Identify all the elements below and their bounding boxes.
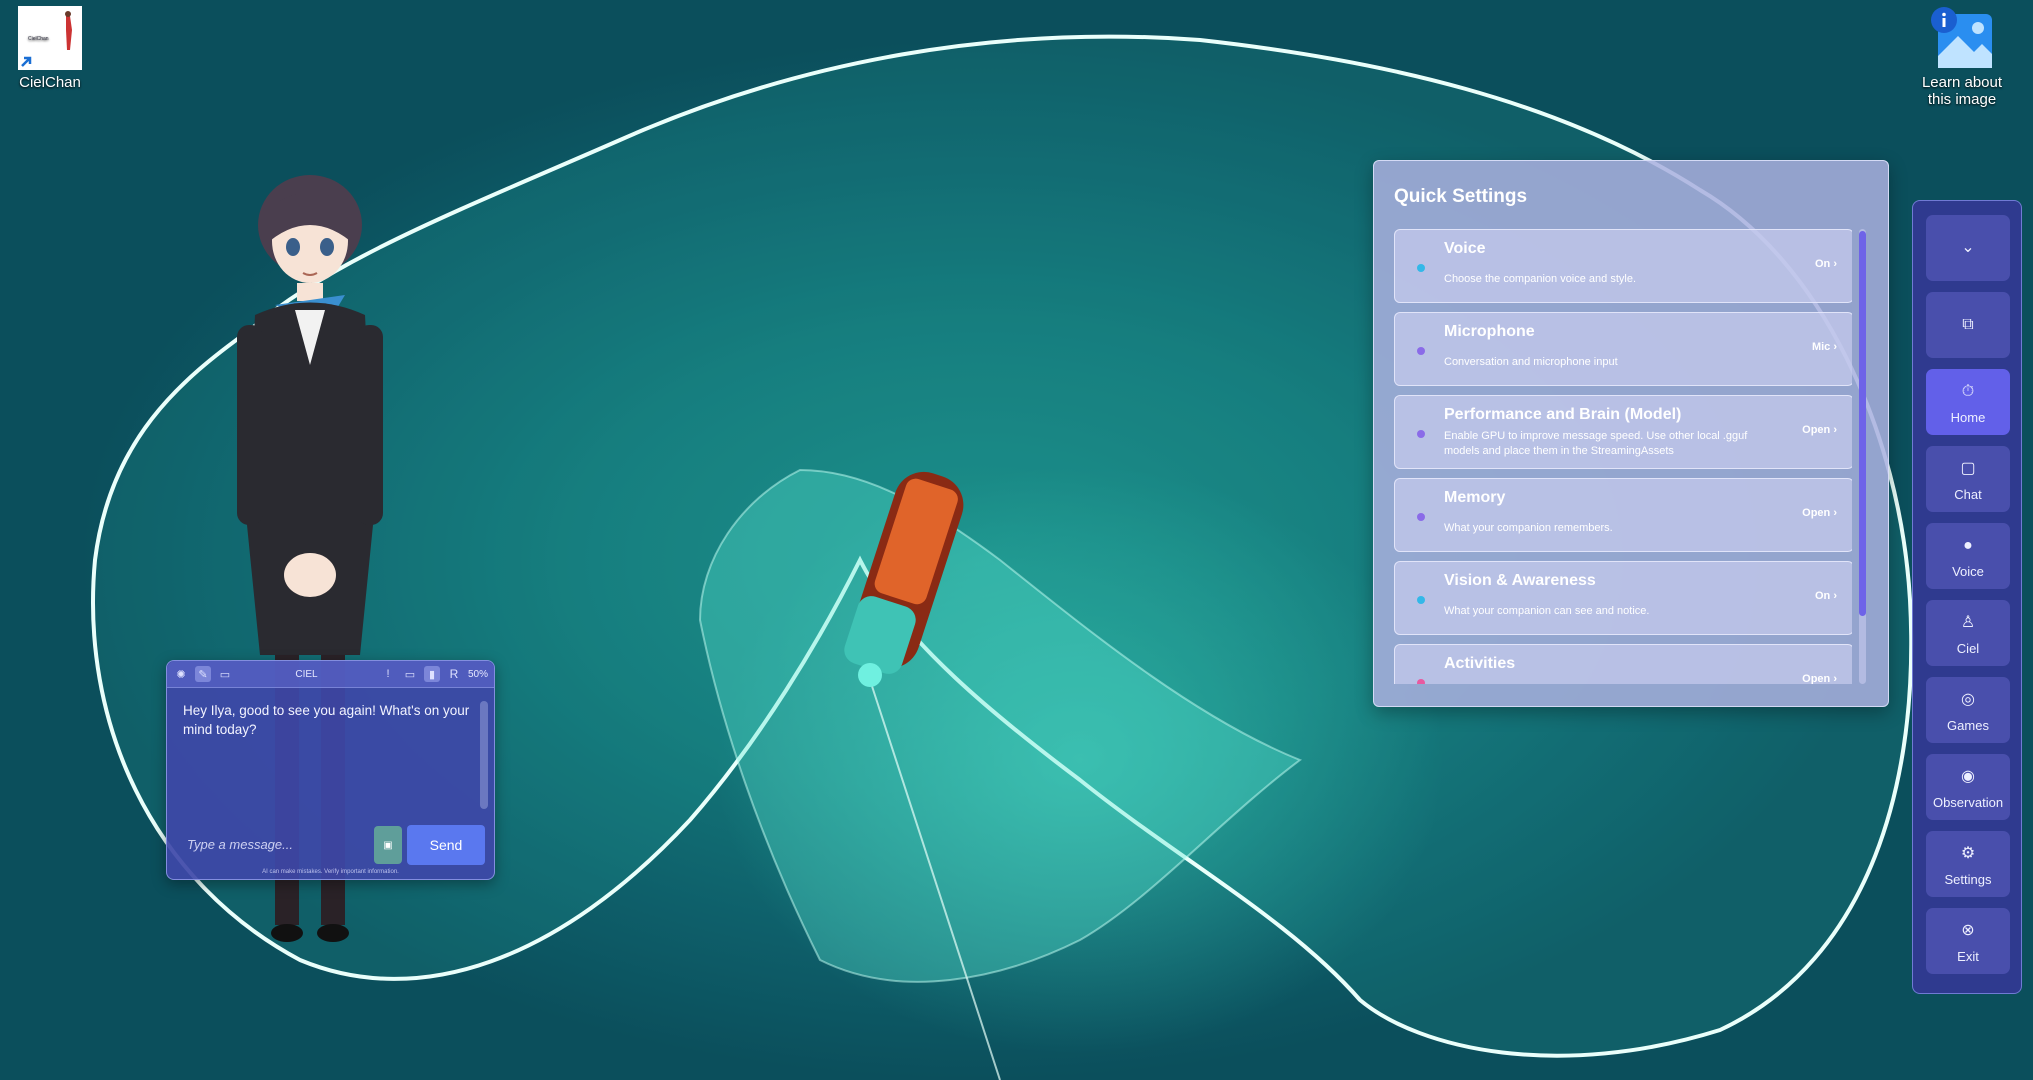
setting-state[interactable]: Open › [1802, 424, 1837, 436]
opacity-percent[interactable]: 50% [468, 669, 488, 680]
sidebar-item-settings[interactable]: ⚙ Settings [1926, 831, 2010, 897]
chat-icon: ▢ [1960, 460, 1976, 477]
setting-state[interactable]: Open › [1802, 673, 1837, 684]
close-circle-icon: ⊗ [1961, 922, 1975, 939]
setting-name: Vision & Awareness [1444, 572, 1596, 589]
companion-sidebar: ⌄ ⧉ ⏱ Home ▢ Chat ● Voice ♙ Ciel ◎ Games… [1912, 200, 2022, 994]
sidebar-item-label: Voice [1952, 564, 1984, 579]
collapse-button[interactable]: ⌄ [1926, 215, 2010, 281]
quick-settings-title: Quick Settings [1394, 186, 1528, 207]
sidebar-item-home[interactable]: ⏱ Home [1926, 369, 2010, 435]
setting-state[interactable]: Open › [1802, 507, 1837, 519]
chat-message: Hey Ilya, good to see you again! What's … [183, 703, 470, 737]
panel-icon[interactable]: ▮ [423, 666, 440, 682]
sidebar-item-ciel[interactable]: ♙ Ciel [1926, 600, 2010, 666]
status-dot [1417, 596, 1425, 604]
sidebar-item-chat[interactable]: ▢ Chat [1926, 446, 2010, 512]
setting-name: Memory [1444, 489, 1506, 506]
chat-window[interactable]: ✺ ✎ ▭ CIEL ! ▭ ▮ R 50% Hey Ilya, good to… [166, 660, 495, 880]
sidebar-item-label: Games [1947, 718, 1989, 733]
monitor-icon[interactable]: ▭ [402, 666, 418, 682]
svg-text:CielChan: CielChan [28, 36, 49, 42]
send-button[interactable]: Send [407, 825, 485, 865]
cielchan-shortcut-icon: CielChan [18, 6, 82, 70]
sidebar-item-label: Exit [1957, 949, 1979, 964]
setting-name: Voice [1444, 240, 1486, 257]
eye-icon: ◉ [1961, 768, 1975, 785]
sidebar-item-label: Settings [1944, 872, 1992, 887]
wrench-icon[interactable]: ✎ [195, 666, 211, 682]
keyboard-icon[interactable]: ▭ [217, 666, 233, 682]
setting-vision-awareness[interactable]: Vision & Awareness What your companion c… [1394, 561, 1852, 635]
gear-icon: ⚙ [1960, 845, 1976, 862]
setting-name: Performance and Brain (Model) [1444, 406, 1682, 423]
sidebar-item-label: Chat [1954, 487, 1982, 502]
desktop-icon-learn-about-image[interactable]: Learn about this image [1910, 6, 2014, 108]
attach-image-button[interactable]: ▣ [374, 826, 402, 864]
setting-state[interactable]: On › [1815, 258, 1837, 270]
setting-microphone[interactable]: Microphone Conversation and microphone i… [1394, 312, 1852, 386]
gamepad-icon: ◎ [1961, 691, 1975, 708]
setting-description: Choose the companion voice and style. [1444, 273, 1637, 285]
sidebar-item-games[interactable]: ◎ Games [1926, 677, 2010, 743]
chat-disclaimer: AI can make mistakes. Verify important i… [262, 869, 399, 875]
status-dot [1417, 264, 1425, 272]
setting-description: Conversation and microphone input [1444, 356, 1618, 368]
sidebar-item-voice[interactable]: ● Voice [1926, 523, 2010, 589]
status-dot [1417, 430, 1425, 438]
chat-toolbar: ✺ ✎ ▭ CIEL ! ▭ ▮ R 50% [167, 661, 494, 688]
setting-description: What your companion remembers. [1444, 522, 1613, 534]
alert-icon[interactable]: ! [380, 666, 396, 682]
chat-title: CIEL [295, 668, 318, 680]
setting-state[interactable]: On › [1815, 590, 1837, 602]
setting-description: What your companion can see and notice. [1444, 605, 1650, 617]
status-dot [1417, 347, 1425, 355]
setting-description: Enable GPU to improve message speed. Use… [1444, 430, 1748, 457]
sidebar-item-label: Observation [1932, 795, 2004, 810]
microphone-icon: ● [1963, 537, 1973, 554]
status-dot [1417, 513, 1425, 521]
desktop-icon-label: Learn about this image [1921, 74, 2003, 108]
chevron-down-icon: ⌄ [1961, 239, 1975, 256]
setting-activities[interactable]: Activities Open › [1394, 644, 1852, 684]
message-input[interactable]: Type a message... [175, 826, 401, 864]
image-info-icon [1930, 6, 1994, 70]
sidebar-item-observation[interactable]: ◉ Observation [1926, 754, 2010, 820]
ciel-icon: ♙ [1960, 614, 1976, 631]
chat-scrollbar[interactable] [480, 701, 488, 809]
sidebar-item-exit[interactable]: ⊗ Exit [1926, 908, 2010, 974]
desktop-icon-label: CielChan [19, 74, 81, 91]
r-badge[interactable]: R [446, 666, 462, 682]
setting-memory[interactable]: Memory What your companion remembers. Op… [1394, 478, 1852, 552]
setting-voice[interactable]: Voice Choose the companion voice and sty… [1394, 229, 1852, 303]
home-icon: ⏱ [1961, 383, 1975, 400]
setting-state[interactable]: Mic › [1812, 341, 1837, 353]
status-dot [1417, 679, 1425, 684]
popout-button[interactable]: ⧉ [1926, 292, 2010, 358]
quick-settings-scroll-thumb[interactable] [1859, 231, 1866, 616]
sidebar-item-label: Home [1950, 410, 1986, 425]
sidebar-item-label: Ciel [1956, 641, 1980, 656]
external-link-icon: ⧉ [1962, 316, 1974, 333]
setting-performance-brain[interactable]: Performance and Brain (Model) Enable GPU… [1394, 395, 1852, 469]
brain-icon[interactable]: ✺ [173, 666, 189, 682]
quick-settings-list: Voice Choose the companion voice and sty… [1394, 229, 1852, 684]
setting-name: Activities [1444, 655, 1516, 672]
setting-name: Microphone [1444, 323, 1535, 340]
desktop-icon-cielchan[interactable]: CielChan CielChan [8, 6, 92, 91]
quick-settings-panel: Quick Settings Voice Choose the companio… [1373, 160, 1889, 707]
